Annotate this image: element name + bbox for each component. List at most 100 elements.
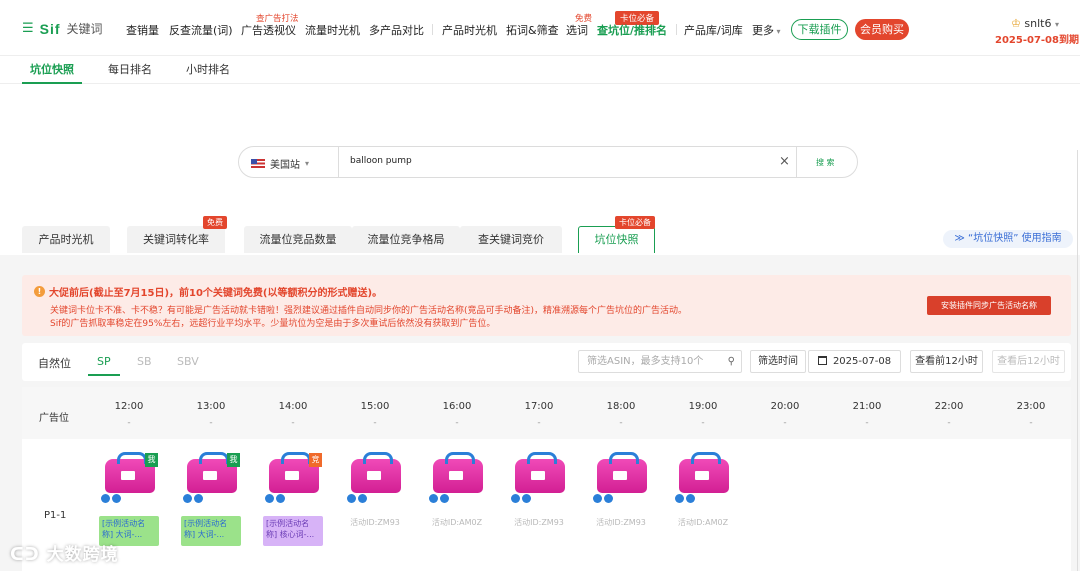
chevron-down-icon: ▾ — [305, 159, 310, 168]
date-value: 2025-07-08 — [832, 356, 892, 367]
us-flag-icon — [251, 159, 265, 168]
top-nav: ☰ Sif 关键词 查销量 反查流量(词) 查广告打法 广告透视仪 流量时光机 … — [0, 0, 1080, 56]
tab-competitor-count[interactable]: 流量位竞品数量 — [244, 226, 352, 253]
tab-product-timemachine[interactable]: 产品时光机 — [22, 226, 110, 253]
product-thumbnail[interactable] — [673, 451, 733, 511]
nav-divider — [676, 24, 677, 35]
filter-tab-sb[interactable]: SB — [137, 355, 152, 368]
product-thumbnail[interactable] — [427, 451, 487, 511]
owner-badge: 我 — [227, 453, 240, 467]
search-input[interactable]: balloon pump — [350, 156, 412, 166]
hour-label: 21:00 — [852, 401, 882, 412]
product-thumbnail[interactable]: 竞 — [263, 451, 323, 511]
nav-multi-compare[interactable]: 多产品对比 — [369, 22, 424, 38]
filter-tab-sp[interactable]: SP — [97, 355, 111, 368]
tab-keyword-conversion[interactable]: 关键词转化率 — [127, 226, 225, 253]
filter-tab-organic[interactable]: 自然位 — [38, 355, 71, 371]
campaign-id: 活动ID:ZM93 — [514, 518, 564, 527]
hour-label: 16:00 — [442, 401, 472, 412]
product-thumbnail[interactable]: 我 — [99, 451, 159, 511]
hour-label: 12:00 — [114, 401, 144, 412]
hour-dash: - — [455, 418, 459, 428]
country-select[interactable]: 美国站 ▾ — [251, 156, 309, 171]
campaign-tag[interactable]: [示例活动名称] 大词-... — [181, 516, 241, 546]
grid-header: 广告位 12:00 - 13:00 - 14:00 - 15:00 - 16:00 - 17:00 -… — [22, 387, 1071, 439]
search-button[interactable]: 搜 索 — [816, 157, 835, 168]
owner-badge: 我 — [145, 453, 158, 467]
nav-product-timemachine[interactable]: 产品时光机 — [442, 22, 497, 38]
filter-tab-sbv[interactable]: SBV — [177, 355, 199, 368]
vip-purchase-button[interactable]: 会员购买 — [855, 19, 909, 40]
tab-tag-free: 免费 — [203, 216, 227, 229]
campaign-id: 活动ID:AM0Z — [677, 518, 729, 527]
usage-guide-link[interactable]: ≫ “坑位快照” 使用指南 — [943, 230, 1073, 248]
notice-title-text: 大促前后(截止至7月15日)，前10个关键词免费(以等额积分的形式赠送)。 — [49, 288, 383, 299]
nav-expand-words[interactable]: 拓词&筛查 — [506, 22, 559, 38]
subnav-hourly-rank[interactable]: 小时排名 — [186, 61, 230, 77]
subnav-daily-rank[interactable]: 每日排名 — [108, 61, 152, 77]
next-12h-button[interactable]: 查看后12小时 — [992, 350, 1065, 373]
crown-icon: ♔ — [1011, 17, 1021, 30]
nozzle-icon — [183, 492, 211, 504]
tab-keyword-bid[interactable]: 查关键词竞价 — [460, 226, 562, 253]
balloon-pump-image — [597, 452, 647, 493]
nav-product-library[interactable]: 产品库/词库 — [684, 22, 743, 38]
product-thumbnail[interactable]: 我 — [181, 451, 241, 511]
menu-icon: ☰ — [22, 21, 34, 36]
nav-select-words[interactable]: 选词 — [566, 22, 588, 38]
tab-position-snapshot[interactable]: 坑位快照 — [578, 226, 655, 253]
hour-dash: - — [947, 418, 951, 428]
product-thumbnail[interactable] — [509, 451, 569, 511]
notice-line-2: Sif的广告抓取率稳定在95%左右，远超行业平均水平。少量坑位为空是由于多次重试… — [50, 319, 496, 329]
product-thumbnail[interactable] — [591, 451, 651, 511]
filter-bar: 自然位 SP SB SBV 筛选ASIN，最多支持10个 ⚲ 筛选时间 2025-… — [22, 343, 1071, 381]
hour-label: 15:00 — [360, 401, 390, 412]
chevron-down-icon: ▾ — [1054, 20, 1059, 29]
hour-dash: - — [209, 418, 213, 428]
nozzle-icon — [429, 492, 457, 504]
hour-dash: - — [619, 418, 623, 428]
subnav-active-indicator — [22, 82, 82, 84]
watermark-text: 大数跨境 — [46, 545, 119, 565]
hour-dash: - — [373, 418, 377, 428]
download-plugin-button[interactable]: 下载插件 — [791, 19, 848, 40]
nozzle-icon — [101, 492, 129, 504]
campaign-tag[interactable]: [示例活动名称] 核心词-... — [263, 516, 323, 546]
search-divider — [796, 147, 797, 177]
chevron-down-icon: ▾ — [774, 27, 781, 36]
nav-sales[interactable]: 查销量 — [126, 22, 159, 38]
asin-filter-input[interactable]: 筛选ASIN，最多支持10个 ⚲ — [578, 350, 742, 373]
logo[interactable]: ☰ Sif 关键词 — [22, 20, 103, 37]
product-thumbnail[interactable] — [345, 451, 405, 511]
nav-ad-insight[interactable]: 广告透视仪 — [241, 22, 296, 38]
logo-text: 关键词 — [66, 22, 103, 36]
promo-notice: ! 大促前后(截止至7月15日)，前10个关键词免费(以等额积分的形式赠送)。 … — [22, 275, 1071, 336]
guide-label: “坑位快照” 使用指南 — [968, 233, 1062, 244]
double-chevron-icon: ≫ — [954, 233, 969, 244]
date-picker[interactable]: 2025-07-08 — [808, 350, 901, 373]
user-menu[interactable]: ♔ snlt6 ▾ — [1011, 17, 1059, 30]
logo-icon: ᑕᑐ — [10, 545, 47, 565]
prev-12h-button[interactable]: 查看前12小时 — [910, 350, 983, 373]
owner-badge: 竞 — [309, 453, 322, 467]
balloon-pump-image — [433, 452, 483, 493]
watermark: ᑕᑐ 大数跨境 — [10, 540, 119, 565]
tab-competition-pattern[interactable]: 流量位竞争格局 — [352, 226, 460, 253]
nav-more[interactable]: 更多 ▾ — [752, 22, 781, 38]
nav-rank-position[interactable]: 查坑位/推排名 — [597, 22, 667, 38]
hour-label: 17:00 — [524, 401, 554, 412]
clear-icon[interactable]: × — [779, 154, 790, 169]
nav-reverse-traffic[interactable]: 反查流量(词) — [169, 22, 233, 38]
hour-dash: - — [783, 418, 787, 428]
position-label: P1-1 — [44, 510, 67, 521]
balloon-pump-image — [515, 452, 565, 493]
install-plugin-button[interactable]: 安装插件同步广告活动名称 — [927, 296, 1051, 315]
subnav-snapshot[interactable]: 坑位快照 — [30, 61, 74, 77]
hour-label: 20:00 — [770, 401, 800, 412]
hour-dash: - — [701, 418, 705, 428]
right-border — [1077, 150, 1078, 571]
balloon-pump-image — [679, 452, 729, 493]
campaign-id: 活动ID:ZM93 — [350, 518, 400, 527]
nav-traffic-timemachine[interactable]: 流量时光机 — [305, 22, 360, 38]
filter-time-label: 筛选时间 — [750, 350, 806, 373]
